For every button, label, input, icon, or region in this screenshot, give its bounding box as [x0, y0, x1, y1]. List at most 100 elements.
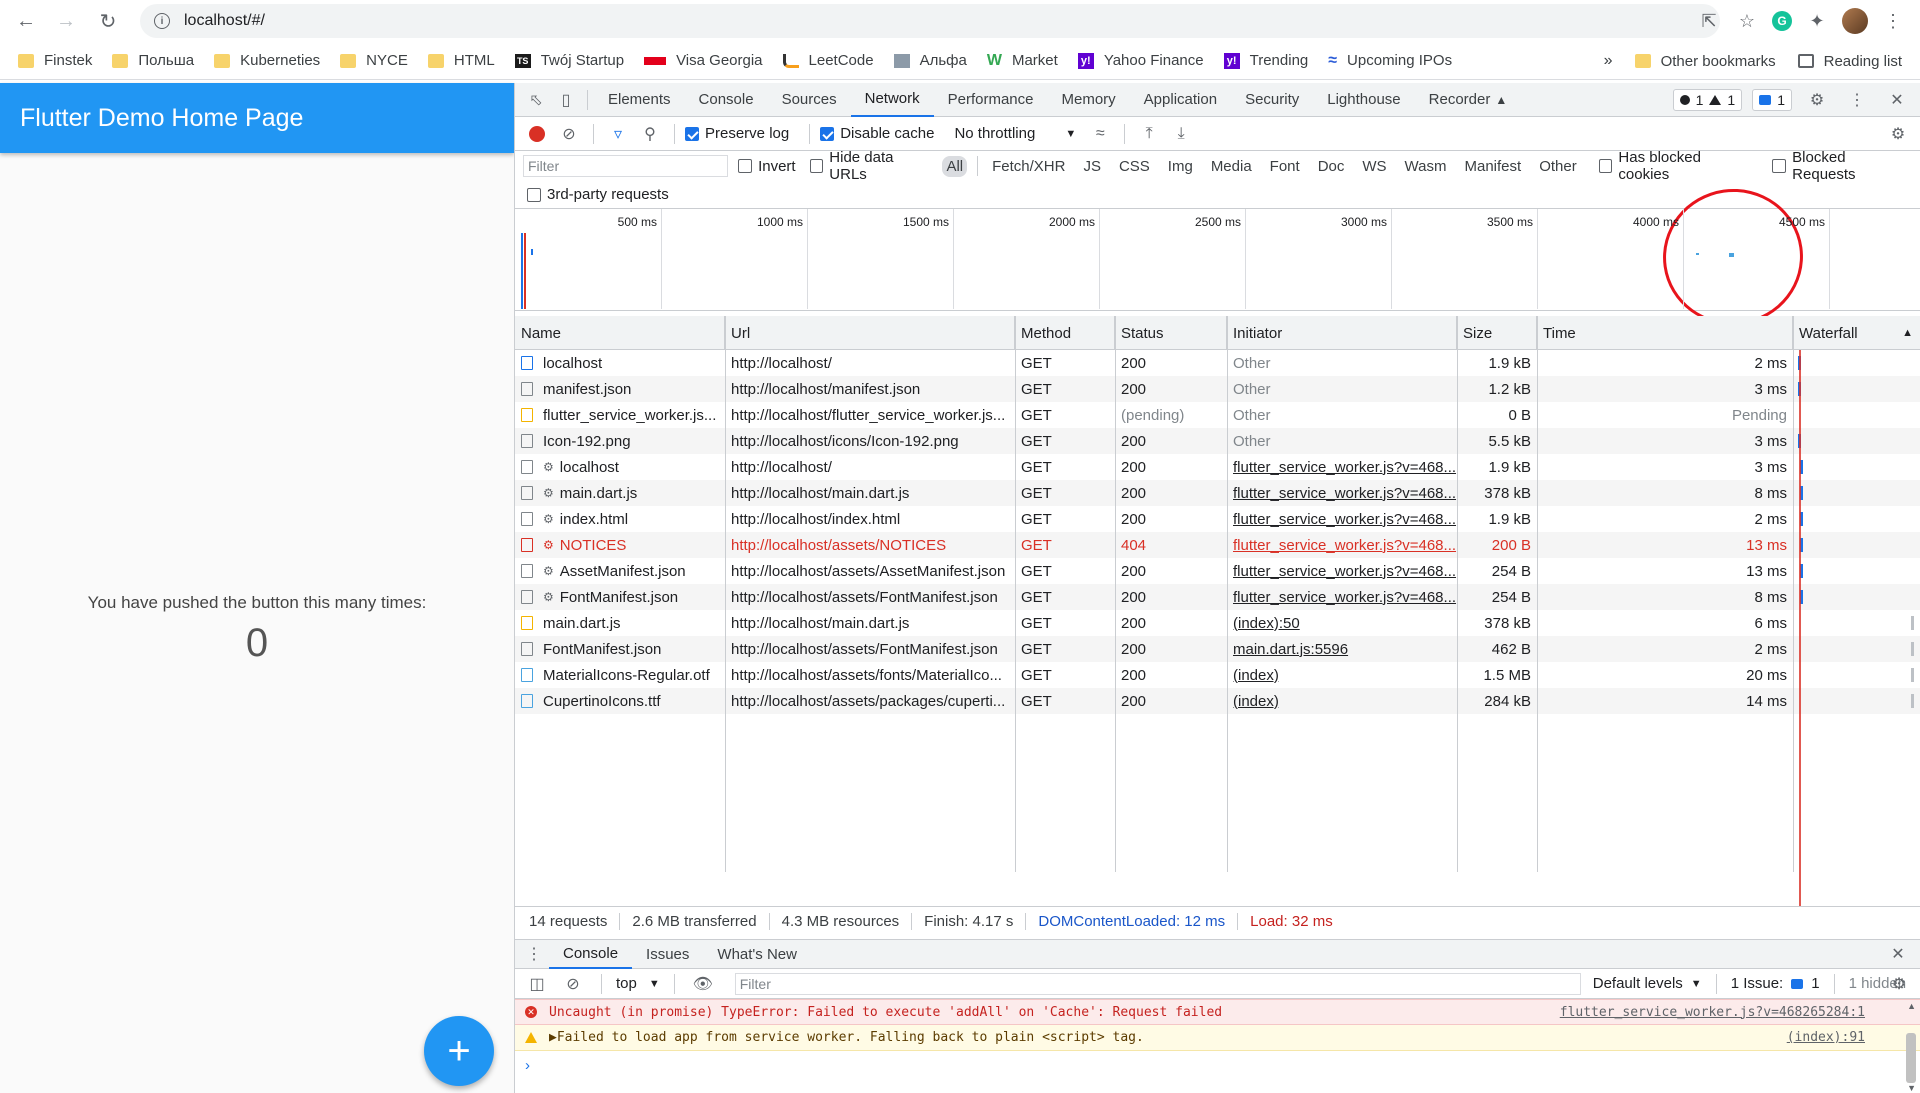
browser-menu-icon[interactable]: ⋮ — [1880, 8, 1906, 34]
console-source-link[interactable]: flutter_service_worker.js?v=468265284:1 — [1560, 1005, 1865, 1020]
close-drawer-icon[interactable]: ✕ — [1883, 939, 1913, 969]
context-select[interactable]: top ▼ — [616, 975, 660, 992]
network-settings-gear-icon[interactable]: ⚙ — [1884, 120, 1912, 148]
address-bar[interactable]: i localhost/#/ — [140, 4, 1720, 38]
request-initiator-cell[interactable]: (index) — [1227, 688, 1457, 714]
more-bookmarks-chevron[interactable]: » — [1604, 52, 1613, 70]
clear-console-icon[interactable]: ⊘ — [559, 970, 587, 998]
error-warning-counter[interactable]: 1 1 — [1672, 89, 1743, 111]
tab-network[interactable]: Network — [850, 83, 934, 117]
bookmark-twoj-startup[interactable]: TS Twój Startup — [514, 52, 624, 69]
filter-type-img[interactable]: Img — [1164, 156, 1197, 177]
record-button[interactable] — [529, 125, 545, 142]
drawer-tab-issues[interactable]: Issues — [632, 939, 703, 969]
network-overview-timeline[interactable]: 500 ms 1000 ms 1500 ms 2000 ms 2500 ms 3000 m… — [515, 179, 1920, 335]
throttling-select[interactable]: No throttling ▼ — [954, 125, 1076, 142]
extensions-puzzle-icon[interactable]: ✦ — [1804, 8, 1830, 34]
tab-recorder[interactable]: Recorder ▲ — [1415, 83, 1522, 117]
close-icon[interactable]: ✕ — [1882, 85, 1912, 115]
filter-type-ws[interactable]: WS — [1358, 156, 1390, 177]
settings-gear-icon[interactable]: ⚙ — [1802, 85, 1832, 115]
filter-type-media[interactable]: Media — [1207, 156, 1256, 177]
network-conditions-icon[interactable]: ≈ — [1086, 120, 1114, 148]
column-header-initiator[interactable]: Initiator — [1227, 316, 1457, 350]
tab-security[interactable]: Security — [1231, 83, 1313, 117]
bookmark-visa-georgia[interactable]: Visa Georgia — [644, 52, 763, 69]
console-scroll-up-icon[interactable]: ▲ — [1907, 1001, 1916, 1011]
console-warning-message[interactable]: ▶Failed to load app from service worker.… — [515, 1025, 1920, 1051]
console-settings-gear-icon[interactable]: ⚙ — [1885, 970, 1913, 998]
console-prompt[interactable]: › — [525, 1057, 530, 1074]
tab-performance[interactable]: Performance — [934, 83, 1048, 117]
column-header-method[interactable]: Method — [1015, 316, 1115, 350]
inspect-element-icon[interactable]: ⬁ — [521, 85, 551, 115]
console-scrollbar[interactable] — [1906, 1033, 1916, 1083]
issues-counter[interactable]: 1 — [1752, 89, 1792, 111]
bookmark-leetcode[interactable]: LeetCode — [782, 52, 874, 69]
tab-application[interactable]: Application — [1130, 83, 1231, 117]
request-initiator-cell[interactable]: flutter_service_worker.js?v=468... — [1227, 480, 1457, 506]
forward-icon[interactable]: → — [52, 7, 80, 35]
tab-lighthouse[interactable]: Lighthouse — [1313, 83, 1414, 117]
third-party-checkbox[interactable]: 3rd-party requests — [527, 186, 669, 203]
filter-type-other[interactable]: Other — [1535, 156, 1581, 177]
column-header-time[interactable]: Time — [1537, 316, 1793, 350]
bookmark-market[interactable]: W Market — [987, 52, 1058, 70]
increment-fab[interactable]: + — [424, 1016, 494, 1086]
filter-type-manifest[interactable]: Manifest — [1461, 156, 1526, 177]
column-header-url[interactable]: Url — [725, 316, 1015, 350]
column-header-name[interactable]: Name — [515, 316, 725, 350]
console-source-link[interactable]: (index):91 — [1787, 1030, 1865, 1045]
drawer-menu-icon[interactable]: ⋮ — [519, 939, 549, 969]
filter-type-fetch-xhr[interactable]: Fetch/XHR — [988, 156, 1069, 177]
bookmark-poland[interactable]: Польша — [112, 52, 194, 69]
bookmark-kuberneties[interactable]: Kuberneties — [214, 52, 320, 69]
request-initiator-cell[interactable]: (index):50 — [1227, 610, 1457, 636]
column-header-status[interactable]: Status — [1115, 316, 1227, 350]
drawer-tab-console[interactable]: Console — [549, 939, 633, 969]
live-expression-eye-icon[interactable]: 👁 — [689, 970, 717, 998]
grammarly-extension-icon[interactable]: G — [1772, 11, 1792, 31]
search-icon[interactable]: ⚲ — [636, 120, 664, 148]
issues-button[interactable]: 1 Issue: 1 — [1731, 975, 1820, 992]
other-bookmarks[interactable]: Other bookmarks — [1634, 53, 1776, 70]
preserve-log-checkbox[interactable]: Preserve log — [685, 125, 789, 142]
filter-type-css[interactable]: CSS — [1115, 156, 1154, 177]
console-error-message[interactable]: ✕ Uncaught (in promise) TypeError: Faile… — [515, 999, 1920, 1025]
has-blocked-cookies-checkbox[interactable]: Has blocked cookies — [1598, 149, 1753, 183]
tab-memory[interactable]: Memory — [1048, 83, 1130, 117]
disable-cache-checkbox[interactable]: Disable cache — [820, 125, 934, 142]
tab-sources[interactable]: Sources — [768, 83, 851, 117]
request-initiator-cell[interactable]: main.dart.js:5596 — [1227, 636, 1457, 662]
request-initiator-cell[interactable]: flutter_service_worker.js?v=468... — [1227, 558, 1457, 584]
reading-list[interactable]: Reading list — [1797, 53, 1902, 70]
invert-checkbox[interactable]: Invert — [738, 158, 796, 175]
bookmark-nyce[interactable]: NYCE — [340, 52, 408, 69]
export-har-icon[interactable]: ⤓ — [1167, 120, 1195, 148]
console-filter-input[interactable]: Filter — [734, 972, 1581, 995]
blocked-requests-checkbox[interactable]: Blocked Requests — [1772, 149, 1910, 183]
profile-avatar[interactable] — [1842, 8, 1868, 34]
request-initiator-cell[interactable]: flutter_service_worker.js?v=468... — [1227, 506, 1457, 532]
log-levels-select[interactable]: Default levels ▼ — [1593, 975, 1702, 992]
sidebar-toggle-icon[interactable]: ◫ — [523, 970, 551, 998]
clear-icon[interactable]: ⊘ — [555, 120, 583, 148]
request-initiator-cell[interactable]: flutter_service_worker.js?v=468... — [1227, 454, 1457, 480]
import-har-icon[interactable]: ⤒ — [1135, 120, 1163, 148]
back-icon[interactable]: ← — [12, 7, 40, 35]
filter-type-doc[interactable]: Doc — [1314, 156, 1349, 177]
tab-console[interactable]: Console — [685, 83, 768, 117]
request-initiator-cell[interactable]: flutter_service_worker.js?v=468... — [1227, 532, 1457, 558]
filter-type-js[interactable]: JS — [1079, 156, 1105, 177]
network-filter-input[interactable]: Filter — [523, 155, 729, 177]
tab-elements[interactable]: Elements — [594, 83, 685, 117]
filter-type-wasm[interactable]: Wasm — [1401, 156, 1451, 177]
filter-type-font[interactable]: Font — [1266, 156, 1304, 177]
bookmark-html[interactable]: HTML — [427, 52, 495, 69]
bookmark-alfa[interactable]: Альфа — [893, 52, 967, 69]
reload-icon[interactable]: ↻ — [94, 7, 122, 35]
bookmark-finstek[interactable]: Finstek — [18, 52, 92, 69]
column-header-size[interactable]: Size — [1457, 316, 1537, 350]
column-header-waterfall[interactable]: Waterfall ▲ — [1793, 316, 1920, 350]
filter-icon[interactable]: ▿ — [604, 120, 632, 148]
